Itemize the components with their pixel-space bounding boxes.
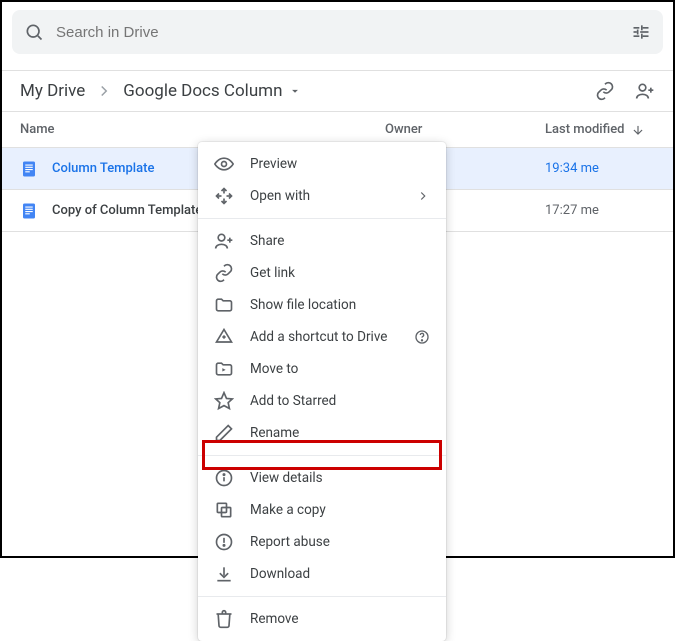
menu-label: Move to xyxy=(250,361,298,377)
column-modified[interactable]: Last modified xyxy=(545,122,655,137)
chevron-right-icon xyxy=(416,189,430,203)
add-person-icon[interactable] xyxy=(635,81,655,101)
menu-get-link[interactable]: Get link xyxy=(198,257,446,289)
menu-rename[interactable]: Rename xyxy=(198,417,446,449)
menu-label: Preview xyxy=(250,156,297,172)
report-icon xyxy=(214,532,234,552)
breadcrumb-current[interactable]: Google Docs Column xyxy=(123,81,302,101)
menu-label: Show file location xyxy=(250,297,356,313)
menu-move-to[interactable]: Move to xyxy=(198,353,446,385)
file-name: Column Template xyxy=(52,161,154,176)
menu-label: Open with xyxy=(250,188,310,204)
menu-label: Add a shortcut to Drive xyxy=(250,329,387,345)
menu-label: Add to Starred xyxy=(250,393,336,409)
open-with-icon xyxy=(214,186,234,206)
breadcrumb-root[interactable]: My Drive xyxy=(20,81,85,101)
menu-view-details[interactable]: View details xyxy=(198,462,446,494)
menu-separator xyxy=(198,455,446,456)
search-icon xyxy=(24,22,44,42)
menu-label: Remove xyxy=(250,611,299,627)
google-doc-icon xyxy=(20,202,38,220)
menu-label: Download xyxy=(250,566,310,582)
file-modified: 17:27 me xyxy=(545,203,655,218)
get-link-icon[interactable] xyxy=(595,81,615,101)
breadcrumb-actions xyxy=(595,81,655,101)
download-icon xyxy=(214,564,234,584)
column-name[interactable]: Name xyxy=(20,122,385,137)
menu-add-starred[interactable]: Add to Starred xyxy=(198,385,446,417)
menu-remove[interactable]: Remove xyxy=(198,603,446,635)
chevron-right-icon xyxy=(95,82,113,100)
menu-separator xyxy=(198,218,446,219)
menu-label: Get link xyxy=(250,265,295,281)
search-input[interactable] xyxy=(44,24,631,41)
menu-label: Rename xyxy=(250,425,299,441)
menu-download[interactable]: Download xyxy=(198,558,446,590)
menu-add-shortcut[interactable]: Add a shortcut to Drive xyxy=(198,321,446,353)
info-icon xyxy=(214,468,234,488)
column-owner[interactable]: Owner xyxy=(385,122,545,137)
menu-label: Report abuse xyxy=(250,534,330,550)
person-add-icon xyxy=(214,231,234,251)
copy-icon xyxy=(214,500,234,520)
menu-report-abuse[interactable]: Report abuse xyxy=(198,526,446,558)
eye-icon xyxy=(214,154,234,174)
menu-show-location[interactable]: Show file location xyxy=(198,289,446,321)
move-to-icon xyxy=(214,359,234,379)
star-icon xyxy=(214,391,234,411)
link-icon xyxy=(214,263,234,283)
breadcrumb: My Drive Google Docs Column xyxy=(20,81,302,101)
menu-label: View details xyxy=(250,470,323,486)
menu-preview[interactable]: Preview xyxy=(198,148,446,180)
help-icon[interactable] xyxy=(414,329,430,345)
menu-share[interactable]: Share xyxy=(198,225,446,257)
file-name: Copy of Column Template xyxy=(52,203,202,218)
trash-icon xyxy=(214,609,234,629)
file-modified: 19:34 me xyxy=(545,161,655,176)
breadcrumb-current-label: Google Docs Column xyxy=(123,81,282,101)
caret-down-icon xyxy=(288,84,302,98)
pencil-icon xyxy=(214,423,234,443)
menu-open-with[interactable]: Open with xyxy=(198,180,446,212)
menu-label: Share xyxy=(250,233,284,249)
column-modified-label: Last modified xyxy=(545,122,625,137)
context-menu: Preview Open with Share Get link Show fi… xyxy=(198,142,446,641)
search-options-icon[interactable] xyxy=(631,22,651,42)
arrow-down-icon xyxy=(631,123,645,137)
folder-icon xyxy=(214,295,234,315)
shortcut-icon xyxy=(214,327,234,347)
menu-label: Make a copy xyxy=(250,502,326,518)
menu-make-copy[interactable]: Make a copy xyxy=(198,494,446,526)
search-bar[interactable] xyxy=(12,10,663,54)
google-doc-icon xyxy=(20,160,38,178)
menu-separator xyxy=(198,596,446,597)
breadcrumb-row: My Drive Google Docs Column xyxy=(2,71,673,111)
